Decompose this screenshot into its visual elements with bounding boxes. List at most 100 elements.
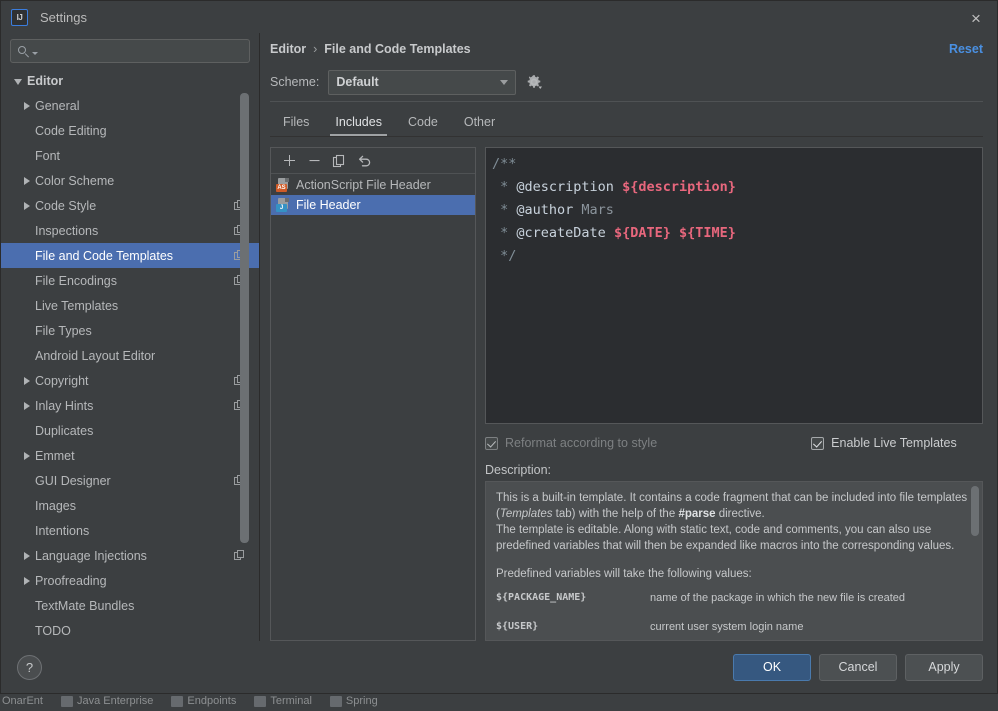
sidebar-item-file-and-code-templates[interactable]: File and Code Templates <box>1 243 259 268</box>
description-box[interactable]: This is a built-in template. It contains… <box>485 481 983 641</box>
chevron-right-icon[interactable] <box>24 176 30 185</box>
code-token: * <box>492 225 517 241</box>
sidebar-item-general[interactable]: General <box>1 93 259 118</box>
help-button[interactable]: ? <box>17 654 42 680</box>
breadcrumb-parent[interactable]: Editor <box>270 42 306 56</box>
chevron-right-icon[interactable] <box>24 551 30 560</box>
variable-description: current user system login name <box>650 621 804 633</box>
sidebar-item-duplicates[interactable]: Duplicates <box>1 418 259 443</box>
dialog-title: Settings <box>40 9 87 25</box>
reformat-checkbox-label: Reformat according to style <box>505 436 658 450</box>
sidebar-item-font[interactable]: Font <box>1 143 259 168</box>
cancel-button[interactable]: Cancel <box>819 653 897 681</box>
bg-tool-label-3: Terminal <box>270 695 312 707</box>
bg-tool-label-1: Java Enterprise <box>76 695 154 707</box>
chevron-right-icon[interactable] <box>24 201 30 210</box>
sidebar-search-wrap <box>1 33 259 68</box>
sidebar-item-color-scheme[interactable]: Color Scheme <box>1 168 259 193</box>
sidebar-item-copyright[interactable]: Copyright <box>1 368 259 393</box>
template-list-toolbar <box>271 148 475 174</box>
scheme-label: Scheme: <box>270 75 320 89</box>
tab-code[interactable]: Code <box>395 115 451 136</box>
breadcrumb: Editor › File and Code Templates Reset <box>270 33 983 65</box>
sidebar-item-intentions[interactable]: Intentions <box>1 518 259 543</box>
bg-tool-0[interactable]: OnarEnt <box>2 695 43 707</box>
templates-content: AS ActionScript File Header J File Header /… <box>270 137 983 641</box>
bg-tool-3[interactable]: Terminal <box>254 695 312 707</box>
table-row: ${PACKAGE_NAME} name of the package in wh… <box>496 584 970 613</box>
desc-p1-em: Templates <box>499 508 553 520</box>
file-template-icon: J <box>276 198 290 212</box>
sidebar-item-file-types[interactable]: File Types <box>1 318 259 343</box>
template-code-editor[interactable]: /** * @description ${description} * @aut… <box>485 147 983 424</box>
code-token: ${TIME} <box>678 225 736 241</box>
live-templates-checkbox[interactable]: Enable Live Templates <box>811 436 957 450</box>
desc-p1-c: directive. <box>715 508 765 520</box>
chevron-right-icon[interactable] <box>24 451 30 460</box>
sidebar-tree-scrollport[interactable]: Appearance & BehaviorEditorGeneralCode E… <box>1 68 259 641</box>
sidebar-item-gui-designer[interactable]: GUI Designer <box>1 468 259 493</box>
reset-template-button[interactable] <box>353 150 375 172</box>
list-item[interactable]: J File Header <box>271 195 475 215</box>
code-token: ${DATE} <box>613 225 679 241</box>
sidebar-item-inlay-hints[interactable]: Inlay Hints <box>1 393 259 418</box>
sidebar-tree: Appearance & BehaviorEditorGeneralCode E… <box>1 68 259 641</box>
description-scrollbar-thumb[interactable] <box>971 486 979 536</box>
reformat-checkbox[interactable]: Reformat according to style <box>485 436 657 450</box>
variable-name: ${PACKAGE_NAME} <box>496 592 587 603</box>
sidebar-item-label: GUI Designer <box>35 473 111 488</box>
sidebar-item-android-layout-editor[interactable]: Android Layout Editor <box>1 343 259 368</box>
code-token: ${description} <box>622 179 736 195</box>
close-icon[interactable]: × <box>965 7 987 29</box>
list-item[interactable]: AS ActionScript File Header <box>271 175 475 195</box>
bg-tool-2[interactable]: Endpoints <box>171 695 236 707</box>
sidebar-item-emmet[interactable]: Emmet <box>1 443 259 468</box>
apply-button[interactable]: Apply <box>905 653 983 681</box>
checkbox-box <box>811 436 825 450</box>
sidebar-item-code-editing[interactable]: Code Editing <box>1 118 259 143</box>
dialog-titlebar: IJ Settings × <box>1 1 997 33</box>
template-list[interactable]: AS ActionScript File Header J File Header <box>271 174 475 640</box>
search-box[interactable] <box>10 39 250 63</box>
terminal-icon <box>254 695 267 707</box>
sidebar-item-label: Live Templates <box>35 298 119 313</box>
chevron-right-icon[interactable] <box>24 576 30 585</box>
sidebar-item-todo[interactable]: TODO <box>1 618 259 641</box>
gear-icon[interactable] <box>525 73 543 91</box>
reset-link[interactable]: Reset <box>949 42 983 56</box>
tab-includes[interactable]: Includes <box>322 115 395 136</box>
copy-template-button[interactable] <box>328 150 350 172</box>
sidebar-scrollbar-track[interactable] <box>240 68 254 641</box>
chevron-right-icon[interactable] <box>24 101 30 110</box>
chevron-down-icon[interactable] <box>14 78 22 85</box>
tab-files[interactable]: Files <box>270 115 322 136</box>
code-token: /** <box>492 156 517 172</box>
sidebar-item-label: Font <box>35 148 61 163</box>
ok-button[interactable]: OK <box>733 653 811 681</box>
sidebar-item-textmate-bundles[interactable]: TextMate Bundles <box>1 593 259 618</box>
breadcrumb-separator-icon: › <box>313 42 318 56</box>
chevron-right-icon[interactable] <box>24 401 30 410</box>
tab-other[interactable]: Other <box>451 115 508 136</box>
desc-p1-bold: #parse <box>678 508 716 520</box>
search-icon <box>17 45 30 58</box>
chevron-right-icon[interactable] <box>24 376 30 385</box>
sidebar-scrollbar-thumb[interactable] <box>240 93 249 543</box>
sidebar-item-code-style[interactable]: Code Style <box>1 193 259 218</box>
sidebar-item-images[interactable]: Images <box>1 493 259 518</box>
remove-template-button[interactable] <box>303 150 325 172</box>
sidebar-item-language-injections[interactable]: Language Injections <box>1 543 259 568</box>
sidebar-item-live-templates[interactable]: Live Templates <box>1 293 259 318</box>
spring-icon <box>329 695 342 707</box>
bg-tool-1[interactable]: Java Enterprise <box>60 695 154 707</box>
search-input[interactable] <box>38 44 243 58</box>
sidebar-item-inspections[interactable]: Inspections <box>1 218 259 243</box>
add-template-button[interactable] <box>278 150 300 172</box>
sidebar-item-proofreading[interactable]: Proofreading <box>1 568 259 593</box>
sidebar-item-file-encodings[interactable]: File Encodings <box>1 268 259 293</box>
scheme-select[interactable]: Default <box>328 69 517 95</box>
code-token: @author <box>516 202 582 218</box>
sidebar-item-editor[interactable]: Editor <box>1 68 259 93</box>
description-paragraph-1: This is a built-in template. It contains… <box>496 490 970 522</box>
bg-tool-4[interactable]: Spring <box>329 695 378 707</box>
